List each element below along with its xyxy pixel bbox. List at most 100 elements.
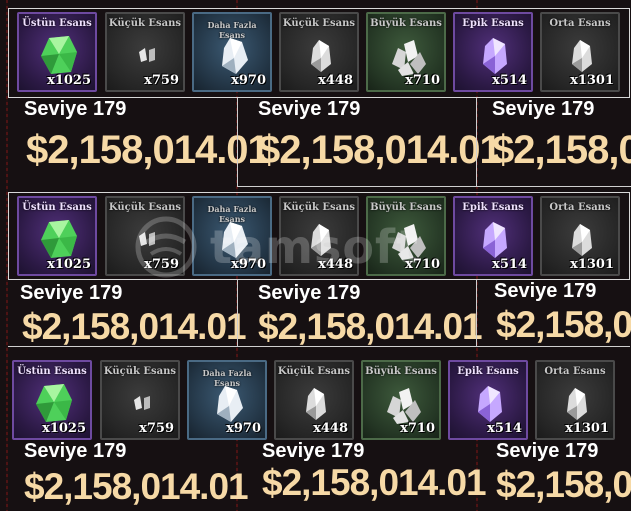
crystal-icon [311,224,331,256]
divider [237,280,238,346]
crystal-icon [567,388,587,420]
item-slot[interactable]: Küçük Esans x759 [105,12,185,92]
item-slot[interactable]: Daha Fazla Esans x970 [187,360,267,440]
item-name: Küçük Esans [282,202,356,213]
crystal-icon [222,38,248,74]
item-slot[interactable]: Küçük Esans x448 [279,12,359,92]
crystal-cluster-icon [387,388,421,424]
item-name: Küçük Esans [103,366,177,377]
price-label: $2,158,014.01 [26,128,270,172]
item-count: x710 [405,73,440,88]
item-name: Küçük Esans [282,18,356,29]
level-label: Seviye 179 [492,98,595,120]
crystal-icon [572,224,592,256]
item-name: Orta Esans [549,202,611,213]
item-count: x1301 [565,421,609,436]
level-label: Seviye 179 [258,98,361,120]
price-label: $2,158,014.01 [262,462,487,503]
price-label: $2,158,014.01 [24,466,249,507]
item-count: x970 [231,257,266,272]
crystal-icon [222,222,248,258]
item-slot[interactable]: Küçük Esans x448 [279,196,359,276]
divider [8,346,630,347]
item-count: x759 [144,257,179,272]
item-slot[interactable]: Daha Fazla Esans x970 [192,12,272,92]
item-name: Orta Esans [544,366,606,377]
item-name: Küçük Esans [108,202,182,213]
item-count: x759 [139,421,174,436]
item-count: x710 [405,257,440,272]
item-name: Büyük Esans [370,18,442,29]
item-slot[interactable]: Orta Esans x1301 [540,196,620,276]
item-name: Üstün Esans [17,366,87,377]
divider [237,98,238,186]
item-slot[interactable]: Büyük Esans x710 [366,12,446,92]
item-count: x970 [231,73,266,88]
small-shard-icon [139,48,155,62]
level-label: Seviye 179 [494,280,597,302]
price-label: $2,158,01 [492,128,631,172]
small-shard-icon [134,396,150,410]
item-slot[interactable]: Orta Esans x1301 [535,360,615,440]
item-count: x448 [313,421,348,436]
crystal-icon [217,386,243,422]
item-slot[interactable]: Üstün Esans x1025 [17,196,97,276]
level-label: Seviye 179 [496,440,599,462]
item-slot[interactable]: Epik Esans x514 [453,196,533,276]
divider [237,186,631,187]
divider [476,280,477,346]
level-label: Seviye 179 [24,440,127,462]
divider [476,98,477,186]
item-count: x514 [492,73,527,88]
small-shard-icon [139,232,155,246]
price-label: $2,158,014.01 [22,306,247,347]
price-label: $2,158,0 [496,304,631,345]
green-crystal-icon [41,220,77,258]
item-slot[interactable]: Daha Fazla Esans x970 [192,196,272,276]
item-name: Üstün Esans [22,202,92,213]
crystal-cluster-icon [392,224,426,260]
item-count: x1025 [47,257,91,272]
item-count: x448 [318,73,353,88]
item-slot[interactable]: Küçük Esans x759 [100,360,180,440]
level-label: Seviye 179 [262,440,365,462]
item-count: x1301 [570,73,614,88]
item-slot[interactable]: Büyük Esans x710 [366,196,446,276]
item-name: Epik Esans [462,18,524,29]
item-slot[interactable]: Üstün Esans x1025 [17,12,97,92]
level-label: Seviye 179 [258,282,361,304]
item-count: x970 [226,421,261,436]
green-crystal-icon [36,384,72,422]
item-slot[interactable]: Orta Esans x1301 [540,12,620,92]
item-name: Üstün Esans [22,18,92,29]
item-name: Küçük Esans [108,18,182,29]
purple-crystal-icon [483,222,507,258]
purple-crystal-icon [478,386,502,422]
item-slot[interactable]: Epik Esans x514 [448,360,528,440]
item-slot[interactable]: Küçük Esans x759 [105,196,185,276]
item-slot[interactable]: Üstün Esans x1025 [12,360,92,440]
crystal-icon [311,40,331,72]
item-slot[interactable]: Büyük Esans x710 [361,360,441,440]
purple-crystal-icon [483,38,507,74]
item-count: x1025 [47,73,91,88]
item-slot[interactable]: Küçük Esans x448 [274,360,354,440]
crystal-icon [572,40,592,72]
price-label: $2,158,014.01 [258,128,502,172]
level-label: Seviye 179 [24,98,127,120]
item-name: Büyük Esans [365,366,437,377]
item-count: x514 [492,257,527,272]
item-count: x514 [487,421,522,436]
crystal-icon [306,388,326,420]
item-name: Epik Esans [462,202,524,213]
item-name: Orta Esans [549,18,611,29]
price-label: $2,158,014.01 [258,306,483,347]
item-count: x759 [144,73,179,88]
item-name: Büyük Esans [370,202,442,213]
item-count: x1025 [42,421,86,436]
item-slot[interactable]: Epik Esans x514 [453,12,533,92]
level-label: Seviye 179 [20,282,123,304]
price-label: $2,158,0 [496,464,631,505]
item-name: Küçük Esans [277,366,351,377]
item-count: x448 [318,257,353,272]
